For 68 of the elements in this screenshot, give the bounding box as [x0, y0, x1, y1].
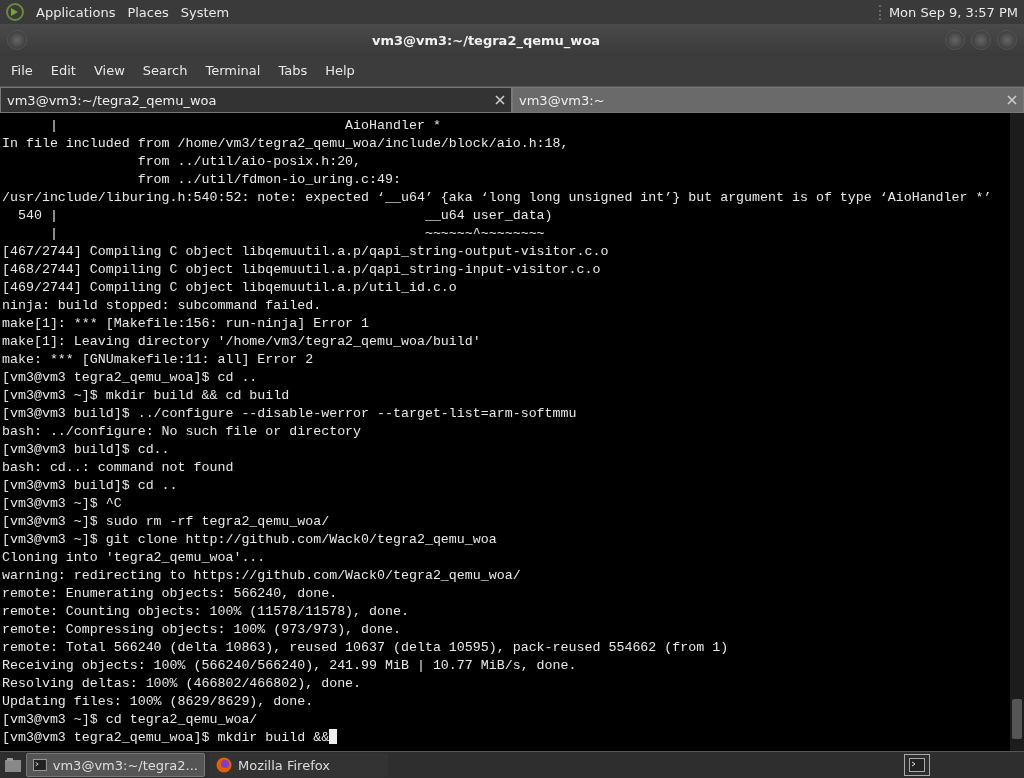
minimize-icon[interactable]: [945, 30, 965, 50]
terminal-line: [vm3@vm3 ~]$ cd tegra2_qemu_woa/: [2, 711, 259, 729]
menu-item[interactable]: Search: [133, 62, 197, 78]
workspace-switcher[interactable]: [904, 754, 930, 776]
terminal-icon: [33, 758, 47, 772]
terminal-line: [vm3@vm3 tegra2_qemu_woa]$ cd ..: [2, 369, 259, 387]
terminal-line: make[1]: Leaving directory '/home/vm3/tegra2_qemu_woa/build': [2, 333, 482, 351]
terminal-line: | ~~~~~~^~~~~~~~~: [48, 225, 546, 243]
menu-item[interactable]: View: [84, 62, 134, 78]
menu-item[interactable]: Edit: [41, 62, 85, 78]
terminal-line: [vm3@vm3 build]$ ../configure --disable-werror --target-list=arm-softmmu: [2, 405, 578, 423]
terminal-line: 540 | __u64 user_data): [16, 207, 554, 225]
terminal-line: [468/2744] Compiling C object libqemuutil.a.p/qapi_string-input-visitor.c.o: [2, 261, 602, 279]
terminal-line: [vm3@vm3 ~]$ ^C: [2, 495, 123, 513]
window-title: vm3@vm3:~/tegra2_qemu_woa: [370, 32, 602, 48]
terminal-line: remote: Enumerating objects: 566240, done.: [2, 585, 339, 603]
terminal-line: | AioHandler *: [48, 117, 442, 135]
terminal-line: bash: ../configure: No such file or directory: [2, 423, 363, 441]
terminal-line: from ../util/fdmon-io_uring.c:49:: [136, 171, 402, 189]
tab-label: vm3@vm3:~/tegra2_qemu_woa: [7, 92, 218, 108]
terminal-line: from ../util/aio-posix.h:20,: [136, 153, 363, 171]
terminal-line: ninja: build stopped: subcommand failed.: [2, 297, 323, 315]
terminal-line: [vm3@vm3 build]$ cd..: [2, 441, 171, 459]
terminal-line: [vm3@vm3 ~]$ mkdir build && cd build: [2, 387, 291, 405]
terminal-line: [vm3@vm3 build]$ cd ..: [2, 477, 179, 495]
maximize-icon[interactable]: [971, 30, 991, 50]
terminal-line: [vm3@vm3 tegra2_qemu_woa]$ mkdir build &&: [2, 729, 1010, 747]
terminal-area[interactable]: [0, 113, 1024, 751]
panel-menu[interactable]: Places: [127, 4, 169, 20]
taskbar-label: vm3@vm3:~/tegra2...: [52, 757, 198, 773]
terminal-line: Receiving objects: 100% (566240/566240), 241.99 MiB | 10.77 MiB/s, done.: [2, 657, 578, 675]
desktop-icon[interactable]: [4, 757, 22, 773]
tab-label: vm3@vm3:~: [519, 92, 606, 108]
window-menu-icon[interactable]: [7, 30, 27, 50]
taskbar-button[interactable]: Mozilla Firefox: [209, 753, 388, 777]
terminal-line: Updating files: 100% (8629/8629), done.: [2, 693, 315, 711]
terminal-line: make: *** [GNUmakefile:11: all] Error 2: [2, 351, 315, 369]
terminal-line: remote: Total 566240 (delta 10863), reused 10637 (delta 10595), pack-reused 554662 (from 1): [2, 639, 730, 657]
terminal-line: bash: cd..: command not found: [2, 459, 235, 477]
terminal-tab[interactable]: vm3@vm3:~/tegra2_qemu_woa: [0, 87, 512, 113]
terminal-line: Resolving deltas: 100% (466802/466802), done.: [2, 675, 363, 693]
panel-menu[interactable]: Applications: [36, 4, 116, 20]
terminal-tab[interactable]: vm3@vm3:~: [512, 87, 1024, 113]
menu-item[interactable]: Terminal: [196, 62, 270, 78]
scrollbar-thumb[interactable]: [1012, 699, 1022, 739]
scrollbar[interactable]: [1010, 113, 1024, 751]
terminal-line: In file included from /home/vm3/tegra2_qemu_woa/include/block/aio.h:18,: [2, 135, 570, 153]
clock[interactable]: Mon Sep 9, 3:57 PM: [878, 4, 1018, 20]
terminal-line: Cloning into 'tegra2_qemu_woa'...: [2, 549, 267, 567]
terminal-line: remote: Compressing objects: 100% (973/973), done.: [2, 621, 402, 639]
menu-item[interactable]: Help: [316, 62, 364, 78]
terminal-line: remote: Counting objects: 100% (11578/11578), done.: [2, 603, 410, 621]
terminal-line: /usr/include/liburing.h:540:52: note: expected ‘__u64’ {aka ‘long long unsigned int’} but argument is of type ‘AioHandler *’: [2, 189, 993, 207]
terminal-line: [vm3@vm3 ~]$ git clone http://github.com/Wack0/tegra2_qemu_woa: [2, 531, 498, 549]
terminal-line: [467/2744] Compiling C object libqemuutil.a.p/qapi_string-output-visitor.c.o: [2, 243, 610, 261]
menu-item[interactable]: File: [2, 62, 42, 78]
taskbar-button[interactable]: vm3@vm3:~/tegra2...: [26, 753, 205, 777]
cursor: [329, 729, 338, 744]
terminal-line: make[1]: *** [Makefile:156: run-ninja] Error 1: [2, 315, 371, 333]
browser-icon: [216, 757, 232, 773]
menu-item[interactable]: Tabs: [269, 62, 317, 78]
taskbar-label: Mozilla Firefox: [238, 757, 330, 773]
terminal-line: warning: redirecting to https://github.com/Wack0/tegra2_qemu_woa/: [2, 567, 522, 585]
terminal-line: [vm3@vm3 ~]$ sudo rm -rf tegra2_qemu_woa/: [2, 513, 331, 531]
distro-logo-icon: [6, 3, 24, 21]
terminal-line: [469/2744] Compiling C object libqemuutil.a.p/util_id.c.o: [2, 279, 458, 297]
panel-menu[interactable]: System: [180, 4, 230, 20]
terminal-icon: [909, 758, 925, 772]
